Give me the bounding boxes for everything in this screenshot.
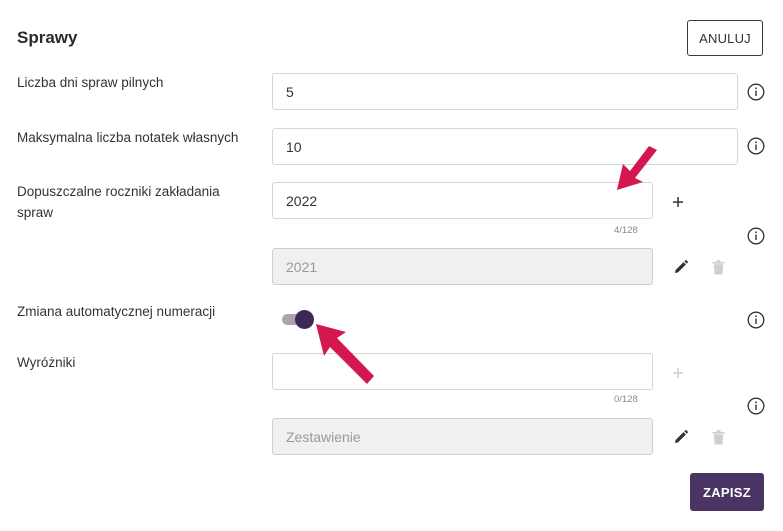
save-button[interactable]: ZAPISZ bbox=[690, 473, 764, 511]
allowed-year-item: 2021 bbox=[272, 248, 653, 285]
plus-icon bbox=[673, 368, 683, 378]
allowed-years-label: Dopuszczalne roczniki zakładania spraw bbox=[17, 184, 220, 220]
info-icon[interactable] bbox=[747, 83, 765, 101]
allowed-years-counter: 4/128 bbox=[614, 225, 638, 236]
markers-label: Wyróżniki bbox=[17, 355, 76, 370]
info-icon[interactable] bbox=[747, 227, 765, 245]
info-icon[interactable] bbox=[747, 397, 765, 415]
urgent-days-label: Liczba dni spraw pilnych bbox=[17, 75, 164, 90]
pencil-icon[interactable] bbox=[673, 429, 689, 445]
max-notes-input[interactable]: 10 bbox=[272, 128, 738, 165]
urgent-days-input[interactable]: 5 bbox=[272, 73, 738, 110]
max-notes-label: Maksymalna liczba notatek własnych bbox=[17, 130, 239, 145]
markers-counter: 0/128 bbox=[614, 394, 638, 405]
trash-icon[interactable] bbox=[712, 430, 725, 445]
trash-icon[interactable] bbox=[712, 260, 725, 275]
allowed-years-input[interactable]: 2022 bbox=[272, 182, 653, 219]
annotation-arrow-icon bbox=[316, 324, 374, 384]
auto-numbering-label: Zmiana automatycznej numeracji bbox=[17, 304, 216, 319]
annotation-arrow-icon bbox=[617, 146, 657, 190]
marker-item: Zestawienie bbox=[272, 418, 653, 455]
auto-numbering-toggle[interactable] bbox=[282, 309, 316, 329]
plus-icon[interactable] bbox=[671, 195, 685, 209]
pencil-icon[interactable] bbox=[673, 259, 689, 275]
info-icon[interactable] bbox=[747, 137, 765, 155]
page-title: Sprawy bbox=[17, 28, 78, 47]
cancel-button[interactable]: ANULUJ bbox=[687, 20, 763, 56]
info-icon[interactable] bbox=[747, 311, 765, 329]
